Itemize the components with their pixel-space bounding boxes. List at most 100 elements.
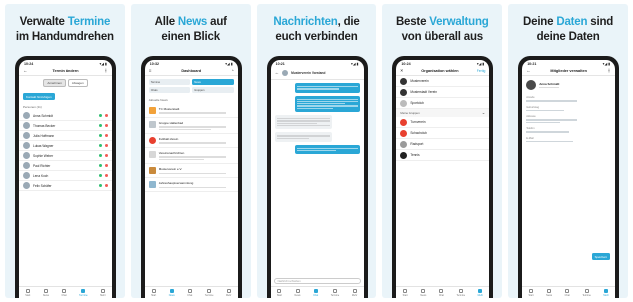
chevron-down-icon[interactable]: ⌄ [482,110,486,115]
list-item[interactable]: Julia Hoffmann [19,131,112,141]
nav-chat[interactable]: Chat [187,288,192,297]
nav-news[interactable]: News [420,288,426,297]
screen-title: Mitglieder verwalten [550,69,587,73]
org-item[interactable]: Radsport [396,139,490,150]
nav-mehr[interactable]: Mehr [603,288,609,297]
phone-mockup: 10:24 ▾◢ ▮ ← Termin ändern ⋮ Annehmen Abs… [15,56,116,298]
close-icon[interactable]: × [400,68,403,73]
news-item[interactable]: Musterverein e.V. [144,164,238,179]
nav-termine[interactable]: Termine [205,288,213,297]
nav-news[interactable]: News [169,288,175,297]
bottom-nav: Start News Chat Termine Mehr [270,286,364,298]
nav-mehr[interactable]: Mehr [352,288,357,297]
tile-termine[interactable]: Termine [148,79,191,85]
list-item[interactable]: Sophie Weber [19,151,112,161]
message-input[interactable]: Nachricht schreiben [273,278,361,284]
tile-gruppen[interactable]: Gruppen [192,87,234,93]
save-button[interactable]: Speichern [591,253,611,260]
nav-start[interactable]: Start [25,288,30,297]
phone-mockup: 10:32 ▾◢ ▮ ≡ Dashboard ◔ Termine News Cha… [140,56,242,298]
bottom-nav: Start News Chat Termine Mehr [522,286,616,298]
app-bar: ← Termin ändern ⋮ [19,67,112,76]
list-item[interactable]: Thomas Becker [19,121,112,131]
nav-termine[interactable]: Termine [331,288,339,297]
more-icon[interactable]: ⋮ [104,68,109,73]
nav-mehr[interactable]: Mehr [226,288,231,297]
org-item[interactable]: Schachclub [396,128,490,139]
form-field[interactable]: Geburtstag [522,104,615,114]
panel-caption: Nachrichten, die euch verbinden [273,16,360,43]
tab-absagen[interactable]: Absagen [67,79,88,87]
message-bubble-out [294,83,360,93]
bell-icon[interactable]: ◔ [231,68,234,73]
bottom-nav: Start News Chat Termine Mehr [396,286,490,298]
app-bar: ← Mitglieder verwalten ⋮ [522,67,616,76]
org-item[interactable]: Sportclub [396,98,490,109]
message-bubble-in [274,115,333,130]
nav-termine[interactable]: Termine [457,288,465,297]
list-item[interactable]: Anna Schmidt [19,111,112,121]
form-field[interactable]: Anrede [522,94,615,104]
nav-mehr[interactable]: Mehr [478,288,483,297]
feature-panel-nachrichten: Nachrichten, die euch verbinden 10:21 ▾◢ … [256,4,377,298]
form-field[interactable]: Adresse [522,113,615,125]
avatar [526,80,537,90]
add-contact-button[interactable]: Kontakt hinzufügen [23,93,55,100]
back-arrow-icon[interactable]: ← [23,68,28,73]
bottom-nav: Start News Chat Termine Mehr [19,286,112,298]
bottom-nav: Start News Chat Termine Mehr [144,286,238,298]
nav-termine[interactable]: Termine [79,288,88,297]
avatar [23,182,30,189]
news-item[interactable]: TC Musterstadt [144,104,238,118]
message-bubble-out [294,95,360,113]
feature-panel-daten: Deine Daten sind deine Daten 10:21 ▾◢ ▮ ←… [508,4,628,298]
feature-panel-verwaltung: Beste Verwaltung von überall aus 10:24 ▾◢… [382,4,503,298]
org-item[interactable]: Tennis [396,150,490,161]
org-item[interactable]: Musterstadt Verein [396,87,490,98]
done-button[interactable]: Fertig [477,69,486,73]
list-item[interactable]: Lena Koch [19,171,112,181]
nav-news[interactable]: News [295,288,301,297]
nav-chat[interactable]: Chat [61,288,67,297]
feature-panel-termine: Verwalte Termine im Handumdrehen 10:24 ▾◢… [5,4,125,298]
chat-title: Musterverein Vorstand [291,71,326,75]
section-header: Aktuelle News [148,98,168,102]
nav-termine[interactable]: Termine [582,288,591,297]
nav-start[interactable]: Start [528,288,534,297]
nav-start[interactable]: Start [403,288,408,297]
message-bubble-out [294,144,360,155]
list-item[interactable]: Paul Richter [19,161,112,171]
back-arrow-icon[interactable]: ← [275,70,280,75]
tab-annehmen[interactable]: Annehmen [43,79,66,87]
form-field[interactable]: Telefon [522,125,615,135]
nav-news[interactable]: News [43,288,49,297]
nav-start[interactable]: Start [151,288,156,297]
org-item[interactable]: Turnverein [396,117,490,128]
tile-news[interactable]: News [192,79,234,85]
nav-chat[interactable]: Chat [439,288,444,297]
back-arrow-icon[interactable]: ← [526,68,531,73]
tile-chats[interactable]: Chats [148,87,191,93]
nav-news[interactable]: News [546,288,552,297]
news-item[interactable]: Jahreshauptversammlung [144,178,238,193]
news-item[interactable]: Gruppe Hallenbad [144,118,238,135]
form-field[interactable]: E-Mail [522,135,615,145]
nav-start[interactable]: Start [277,288,282,297]
list-item[interactable]: Lukas Wagner [19,141,112,151]
panel-caption: Verwalte Termine im Handumdrehen [15,16,114,43]
menu-icon[interactable]: ≡ [149,68,152,73]
screen-title: Termin ändern [52,69,79,73]
section-header: Meine Gruppen ⌄ [396,109,490,117]
avatar [23,152,30,159]
panel-caption: Deine Daten sind deine Daten [523,16,614,43]
news-item[interactable]: Fußball-Verein [144,134,238,149]
phone-mockup: 10:24 ▾◢ ▮ × Organisation wählen Fertig M… [392,56,494,298]
nav-chat[interactable]: Chat [565,288,570,297]
org-item[interactable]: Musterverein [396,76,490,87]
news-item[interactable]: Vereinsnachrichten [144,148,238,165]
nav-chat[interactable]: Chat [313,288,318,297]
more-icon[interactable]: ⋮ [607,68,612,73]
list-item[interactable]: Felix Schäfer [19,181,112,191]
nav-mehr[interactable]: Mehr [100,288,106,297]
avatar [23,142,30,149]
